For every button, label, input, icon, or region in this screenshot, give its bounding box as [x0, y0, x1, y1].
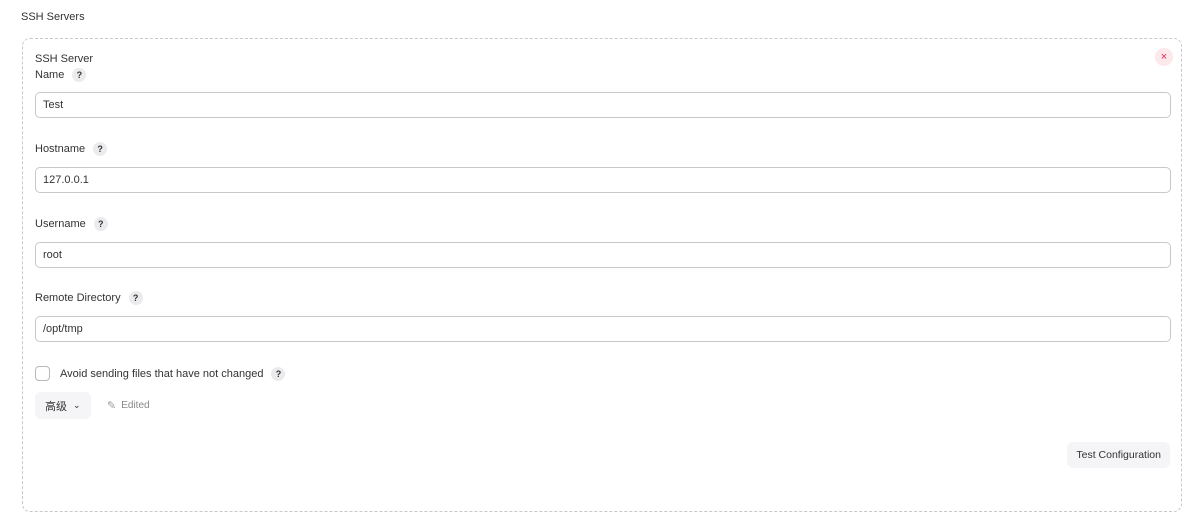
avoid-sending-label: Avoid sending files that have not change…: [60, 367, 286, 381]
close-icon[interactable]: ×: [1155, 48, 1173, 66]
help-icon[interactable]: ?: [271, 367, 286, 381]
pencil-icon: ✎: [107, 400, 117, 412]
test-configuration-button[interactable]: Test Configuration: [1067, 442, 1170, 468]
username-label: Username ?: [35, 217, 108, 231]
section-title: SSH Servers: [21, 11, 85, 23]
advanced-button[interactable]: 高级 ⌄: [35, 392, 91, 419]
help-icon[interactable]: ?: [93, 142, 108, 156]
edited-indicator: ✎ Edited: [107, 400, 150, 412]
avoid-sending-checkbox[interactable]: [35, 366, 50, 381]
name-input[interactable]: [35, 92, 1171, 118]
remote-directory-input[interactable]: [35, 316, 1171, 342]
help-icon[interactable]: ?: [128, 291, 143, 305]
remote-directory-label: Remote Directory ?: [35, 291, 143, 305]
username-input[interactable]: [35, 242, 1171, 268]
card-title: SSH Server: [35, 53, 94, 65]
ssh-server-card: SSH Server × Name ? Hostname ? Username …: [22, 38, 1182, 512]
help-icon[interactable]: ?: [72, 68, 87, 82]
hostname-input[interactable]: [35, 167, 1171, 193]
hostname-label: Hostname ?: [35, 142, 108, 156]
chevron-down-icon: ⌄: [73, 400, 81, 410]
help-icon[interactable]: ?: [93, 217, 108, 231]
name-label: Name ?: [35, 68, 87, 82]
